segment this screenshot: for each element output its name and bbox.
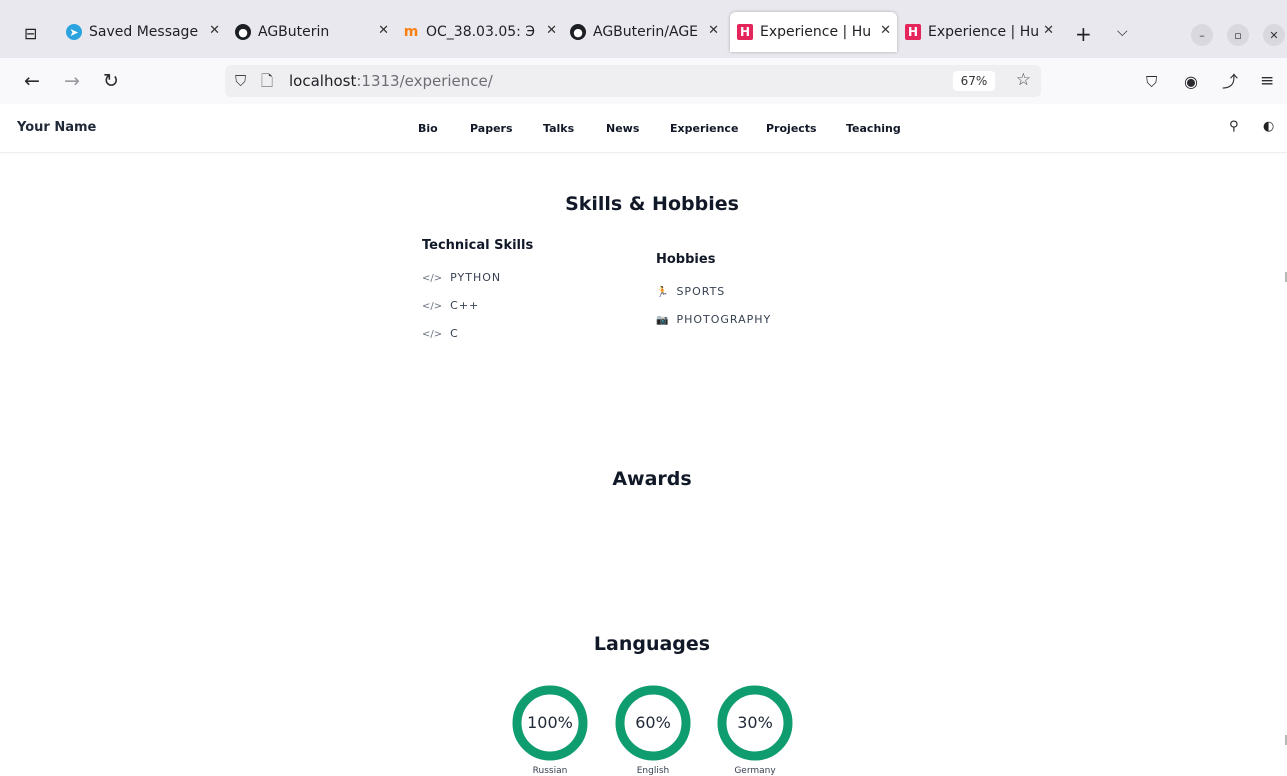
awards-section-title: Awards	[612, 468, 692, 490]
maximize-icon[interactable]: ▫	[1227, 24, 1249, 46]
extensions-icon[interactable]: ⤴	[1222, 72, 1238, 92]
nav-link-teaching[interactable]: Teaching	[846, 122, 901, 135]
browser-tab[interactable]: ● AGButerin ✕	[235, 12, 395, 52]
hobby-item: 🏃 SPORTS	[656, 285, 726, 298]
language-percent: 100%	[527, 713, 573, 732]
pocket-icon[interactable]: ⛉	[1146, 72, 1157, 92]
close-tab-icon[interactable]: ✕	[708, 23, 719, 38]
code-icon: </>	[422, 273, 443, 284]
tab-overview-icon[interactable]: ⊟	[24, 24, 37, 43]
browser-tab[interactable]: ● AGButerin/AGE ✕	[570, 12, 725, 52]
hugo-icon: H	[737, 24, 753, 40]
new-tab-icon[interactable]: +	[1075, 22, 1092, 46]
github-icon: ●	[235, 24, 251, 40]
running-icon: 🏃	[656, 287, 669, 298]
skill-item: </> C++	[422, 299, 480, 312]
url-bar[interactable]: ⛉ 🗋 localhost:1313/experience/ 67% ☆	[225, 65, 1041, 97]
browser-tab[interactable]: ➤ Saved Message ✕	[66, 12, 226, 52]
technical-skills-title: Technical Skills	[422, 238, 534, 253]
moodle-icon: m	[403, 24, 419, 40]
forward-icon[interactable]: →	[64, 71, 80, 91]
language-percent: 30%	[737, 713, 773, 732]
tab-list-chevron-icon[interactable]: ⌵	[1117, 24, 1128, 40]
camera-icon: 📷	[656, 315, 669, 326]
reload-icon[interactable]: ↻	[103, 71, 119, 91]
github-icon: ●	[570, 24, 586, 40]
language-name: Germany	[734, 766, 776, 776]
close-window-icon[interactable]: ✕	[1263, 24, 1285, 46]
language-name: English	[636, 766, 670, 776]
menu-icon[interactable]: ≡	[1260, 71, 1274, 91]
hobby-item: 📷 PHOTOGRAPHY	[656, 313, 772, 326]
code-icon: </>	[422, 329, 443, 340]
browser-tab[interactable]: m OC_38.03.05: Э ✕	[403, 12, 563, 52]
skill-item: </> PYTHON	[422, 271, 502, 284]
site-header: Your Name Bio Papers Talks News Experien…	[0, 104, 1287, 153]
close-tab-icon[interactable]: ✕	[880, 23, 891, 38]
browser-navigation-bar: ← → ↻ ⛉ 🗋 localhost:1313/experience/ 67%…	[0, 58, 1287, 105]
hobbies-title: Hobbies	[656, 252, 716, 267]
back-icon[interactable]: ←	[24, 71, 40, 91]
nav-link-news[interactable]: News	[606, 122, 639, 135]
close-tab-icon[interactable]: ✕	[378, 23, 389, 38]
zoom-level[interactable]: 67%	[953, 71, 995, 91]
browser-tab-bar: ⊟ ➤ Saved Message ✕ ● AGButerin ✕ m OC_3…	[0, 0, 1287, 58]
site-brand[interactable]: Your Name	[17, 120, 96, 135]
close-tab-icon[interactable]: ✕	[1043, 23, 1054, 38]
bookmark-star-icon[interactable]: ☆	[1016, 70, 1031, 90]
nav-link-papers[interactable]: Papers	[470, 122, 513, 135]
code-icon: </>	[422, 301, 443, 312]
telegram-icon: ➤	[66, 24, 82, 40]
page-icon: 🗋	[261, 72, 274, 90]
minimize-icon[interactable]: –	[1191, 24, 1213, 46]
theme-toggle-icon[interactable]: ◐	[1263, 119, 1274, 134]
account-icon[interactable]: ◉	[1184, 72, 1198, 92]
nav-link-experience[interactable]: Experience	[670, 122, 738, 135]
languages-section-title: Languages	[593, 633, 711, 655]
nav-link-projects[interactable]: Projects	[766, 122, 817, 135]
shield-icon[interactable]: ⛉	[235, 72, 246, 90]
nav-link-bio[interactable]: Bio	[418, 122, 438, 135]
search-icon[interactable]: ⚲	[1229, 119, 1239, 134]
close-tab-icon[interactable]: ✕	[546, 23, 557, 38]
hugo-icon: H	[905, 24, 921, 40]
skill-item: </> C	[422, 327, 459, 340]
url-text[interactable]: localhost:1313/experience/	[289, 72, 493, 90]
browser-tab-active[interactable]: H Experience | Hu ✕	[730, 12, 897, 52]
language-name: Russian	[532, 766, 568, 776]
skills-section-title: Skills & Hobbies	[565, 193, 739, 215]
language-percent: 60%	[635, 713, 671, 732]
nav-link-talks[interactable]: Talks	[543, 122, 574, 135]
browser-tab[interactable]: H Experience | Hu ✕	[905, 12, 1060, 52]
close-tab-icon[interactable]: ✕	[209, 23, 220, 38]
